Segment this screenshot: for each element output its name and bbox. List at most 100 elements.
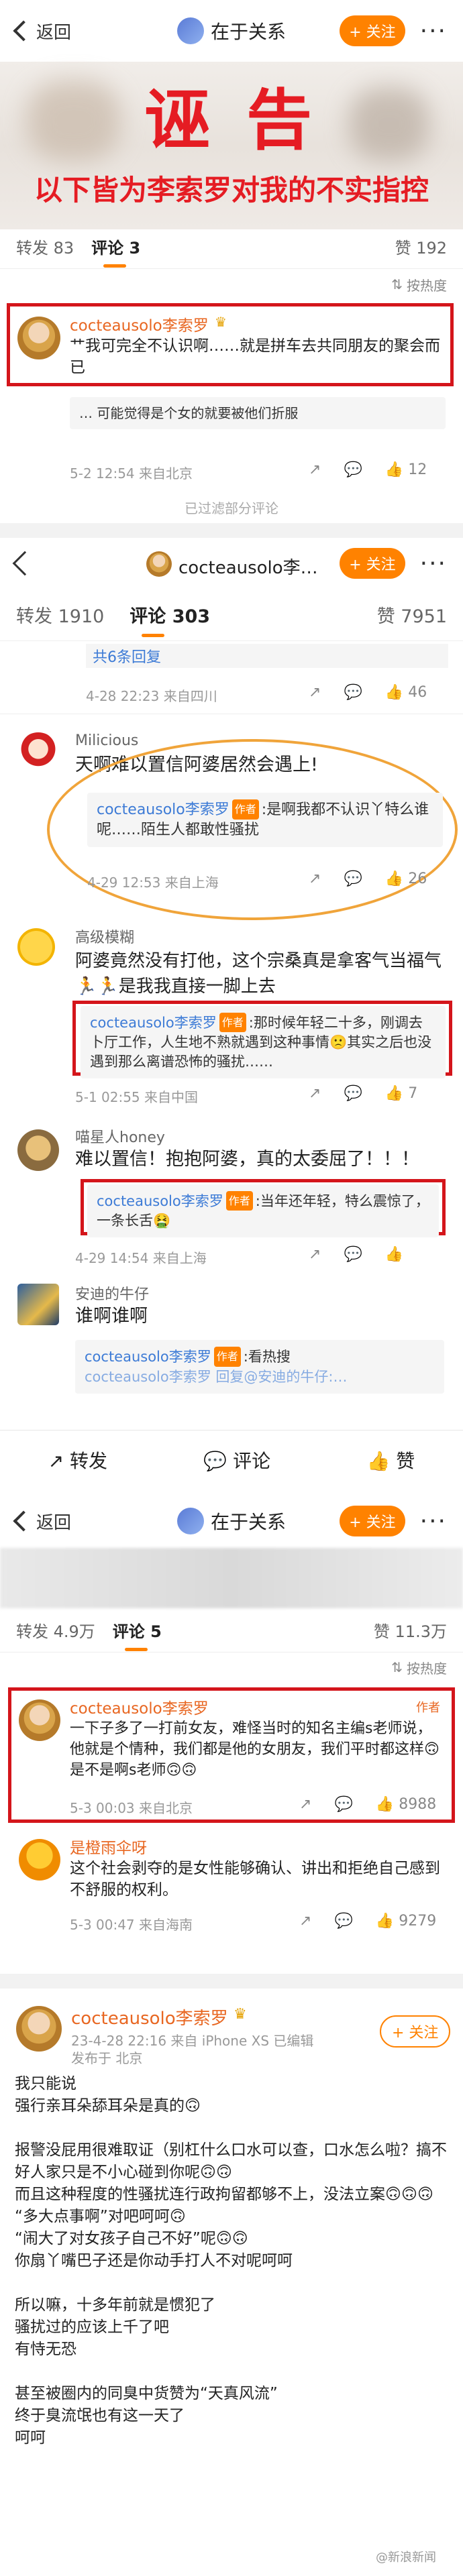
reply-preview[interactable]: … 可能觉得是个女的就要被他们折服 <box>70 397 446 429</box>
like-icon[interactable]: 👍 <box>385 1246 403 1263</box>
reply-author[interactable]: cocteausolo李索罗 <box>85 1349 211 1365</box>
screenshot-4: cocteausolo李索罗 ♛ 23-4-28 22:16 来自 iPhone… <box>0 1989 463 2576</box>
back-button[interactable]: 返回 <box>13 19 71 44</box>
commenter-name[interactable]: 喵星人honey <box>75 1125 165 1147</box>
comment-icon[interactable]: 💬 <box>334 1796 352 1813</box>
reply-author[interactable]: cocteausolo李索罗 <box>97 1193 223 1209</box>
comment-text: 这个社会剥夺的是女性能够确认、讲出和拒绝自己感到不舒服的权利。 <box>70 1860 440 1899</box>
commenter-name[interactable]: cocteausolo李索罗 <box>70 313 209 335</box>
like-count: 8988 <box>399 1796 437 1813</box>
top-nav: 返回 在于关系 + 关注 ··· <box>0 0 463 62</box>
screenshot-1: 返回 在于关系 + 关注 ··· 诬 告 以下皆为李索罗对我的不实指控 转发 8… <box>0 0 463 523</box>
more-icon[interactable]: ··· <box>420 1508 447 1535</box>
back-button[interactable] <box>12 551 39 576</box>
reply-author[interactable]: cocteausolo李索罗 <box>97 801 229 818</box>
tab-comment[interactable]: 评论 3 <box>91 235 140 268</box>
avatar[interactable] <box>17 732 59 774</box>
tab-repost[interactable]: 转发 83 <box>16 235 74 258</box>
like-icon[interactable]: 👍 9279 <box>376 1913 436 1929</box>
reply-count-link[interactable]: 共6条回复 <box>86 644 448 668</box>
comment-meta: 4-28 22:23 来自四川 <box>86 688 217 704</box>
comment-button[interactable]: 💬 评论 <box>203 1447 270 1473</box>
tab-comment[interactable]: 评论 5 <box>113 1618 162 1651</box>
like-icon[interactable]: 👍 8988 <box>376 1796 436 1813</box>
author-badge: 作者 <box>213 1347 241 1367</box>
comment-icon[interactable]: 💬 <box>344 461 362 478</box>
avatar[interactable] <box>17 317 60 359</box>
account-avatar <box>146 551 172 577</box>
post-line: 我只能说 <box>15 2075 76 2092</box>
comment-icon[interactable]: 💬 <box>334 1913 352 1929</box>
share-icon[interactable]: ↗ <box>309 871 321 887</box>
share-icon[interactable]: ↗ <box>299 1796 311 1813</box>
comment-icon[interactable]: 💬 <box>344 871 362 887</box>
commenter-name[interactable]: 是橙雨伞呀 <box>70 1835 147 1858</box>
reply-author[interactable]: cocteausolo李索罗 <box>90 1015 217 1031</box>
sort-toggle[interactable]: ⇅ 按热度 <box>0 1653 463 1682</box>
comment-meta: 4-29 14:54 来自上海 <box>75 1250 207 1266</box>
post-line: “闹大了对女孩子自己不好”呢🙃🙃 <box>15 2230 248 2247</box>
share-icon[interactable]: ↗ <box>309 1246 321 1263</box>
account-avatar <box>176 17 204 44</box>
sort-toggle[interactable]: ⇅ 按热度 <box>0 270 463 299</box>
more-icon[interactable]: ··· <box>420 17 447 45</box>
like-icon[interactable]: 👍 7 <box>385 1085 417 1102</box>
follow-button[interactable]: + 关注 <box>380 2015 451 2048</box>
comment-icon[interactable]: 💬 <box>344 1085 362 1102</box>
post-line: 你扇丫嘴巴子还是你动手打人不对呢呵呵 <box>15 2252 293 2270</box>
avatar[interactable] <box>17 1129 59 1171</box>
follow-button[interactable]: + 关注 <box>340 548 405 579</box>
sort-label: 按热度 <box>407 1660 447 1677</box>
like-icon[interactable]: 👍 12 <box>385 461 427 478</box>
comment-text: 难以置信！抱抱阿婆，真的太委屈了！！！ <box>75 1149 419 1170</box>
avatar[interactable] <box>17 1284 59 1325</box>
crown-icon: ♛ <box>215 314 227 330</box>
follow-button[interactable]: + 关注 <box>340 1506 405 1536</box>
avatar[interactable] <box>19 1839 60 1881</box>
tab-like[interactable]: 赞 192 <box>395 235 447 258</box>
filtered-note: 已过滤部分评论 <box>185 500 278 516</box>
tab-like[interactable]: 赞 7951 <box>377 602 447 628</box>
tab-repost[interactable]: 转发 1910 <box>16 602 104 628</box>
follow-button[interactable]: + 关注 <box>340 15 405 46</box>
back-button[interactable]: 返回 <box>13 1509 71 1534</box>
like-button[interactable]: 👍 赞 <box>367 1447 415 1473</box>
avatar[interactable] <box>17 928 55 966</box>
post-line: 呵呵 <box>15 2429 46 2447</box>
post-line: 所以嘛，十多年前就是惯犯了 <box>15 2296 215 2314</box>
reply-preview[interactable]: cocteausolo李索罗 作者:当年还年轻，特么震惊了，一条长舌🤮 <box>87 1184 439 1237</box>
sort-label: 按热度 <box>407 277 447 294</box>
avatar[interactable] <box>19 1699 60 1741</box>
more-icon[interactable]: ··· <box>420 550 447 577</box>
share-icon[interactable]: ↗ <box>309 684 321 701</box>
share-icon[interactable]: ↗ <box>309 461 321 478</box>
nav-title: 在于关系 <box>210 21 286 43</box>
reply-preview[interactable]: cocteausolo李索罗 作者:看热搜 cocteausolo李索罗 回复@安… <box>75 1340 444 1394</box>
commenter-name[interactable]: 高级模糊 <box>75 926 134 947</box>
post-line <box>15 2361 451 2383</box>
reply-preview[interactable]: cocteausolo李索罗 作者:那时候年轻二十多，刚调去卜厅工作，人生地不熟就… <box>81 1006 446 1078</box>
post-line <box>15 2117 451 2139</box>
comment-icon[interactable]: 💬 <box>344 684 362 701</box>
poster-name[interactable]: cocteausolo李索罗 <box>71 2005 228 2029</box>
tab-comment[interactable]: 评论 303 <box>130 602 210 637</box>
commenter-name[interactable]: cocteausolo李索罗 <box>70 1695 209 1718</box>
reply-preview[interactable]: cocteausolo李索罗 作者:是啊我都不认识丫特么谁呢……陌生人都敢性骚扰 <box>87 793 443 847</box>
crown-icon: ♛ <box>234 2006 247 2023</box>
commenter-name[interactable]: Milicious <box>75 732 138 749</box>
like-icon[interactable]: 👍 26 <box>385 871 427 887</box>
comment-icon[interactable]: 💬 <box>344 1246 362 1263</box>
comment-actions: ↗ 💬 👍 26 <box>309 871 427 887</box>
share-icon[interactable]: ↗ <box>309 1085 321 1102</box>
avatar[interactable] <box>16 2006 62 2052</box>
like-icon[interactable]: 👍 46 <box>385 684 427 701</box>
commenter-name[interactable]: 安迪的牛仔 <box>75 1282 149 1304</box>
back-arrow-icon <box>12 551 38 576</box>
repost-label: 转发 <box>70 1449 108 1472</box>
tab-repost[interactable]: 转发 4.9万 <box>16 1618 95 1642</box>
tab-like[interactable]: 赞 11.3万 <box>374 1618 447 1642</box>
repost-button[interactable]: ↗ 转发 <box>48 1447 107 1473</box>
reply-text-2: cocteausolo李索罗 回复@安迪的牛仔:… <box>85 1369 348 1385</box>
share-icon[interactable]: ↗ <box>299 1913 311 1929</box>
watermark: @新浪新闻 <box>376 2551 436 2565</box>
